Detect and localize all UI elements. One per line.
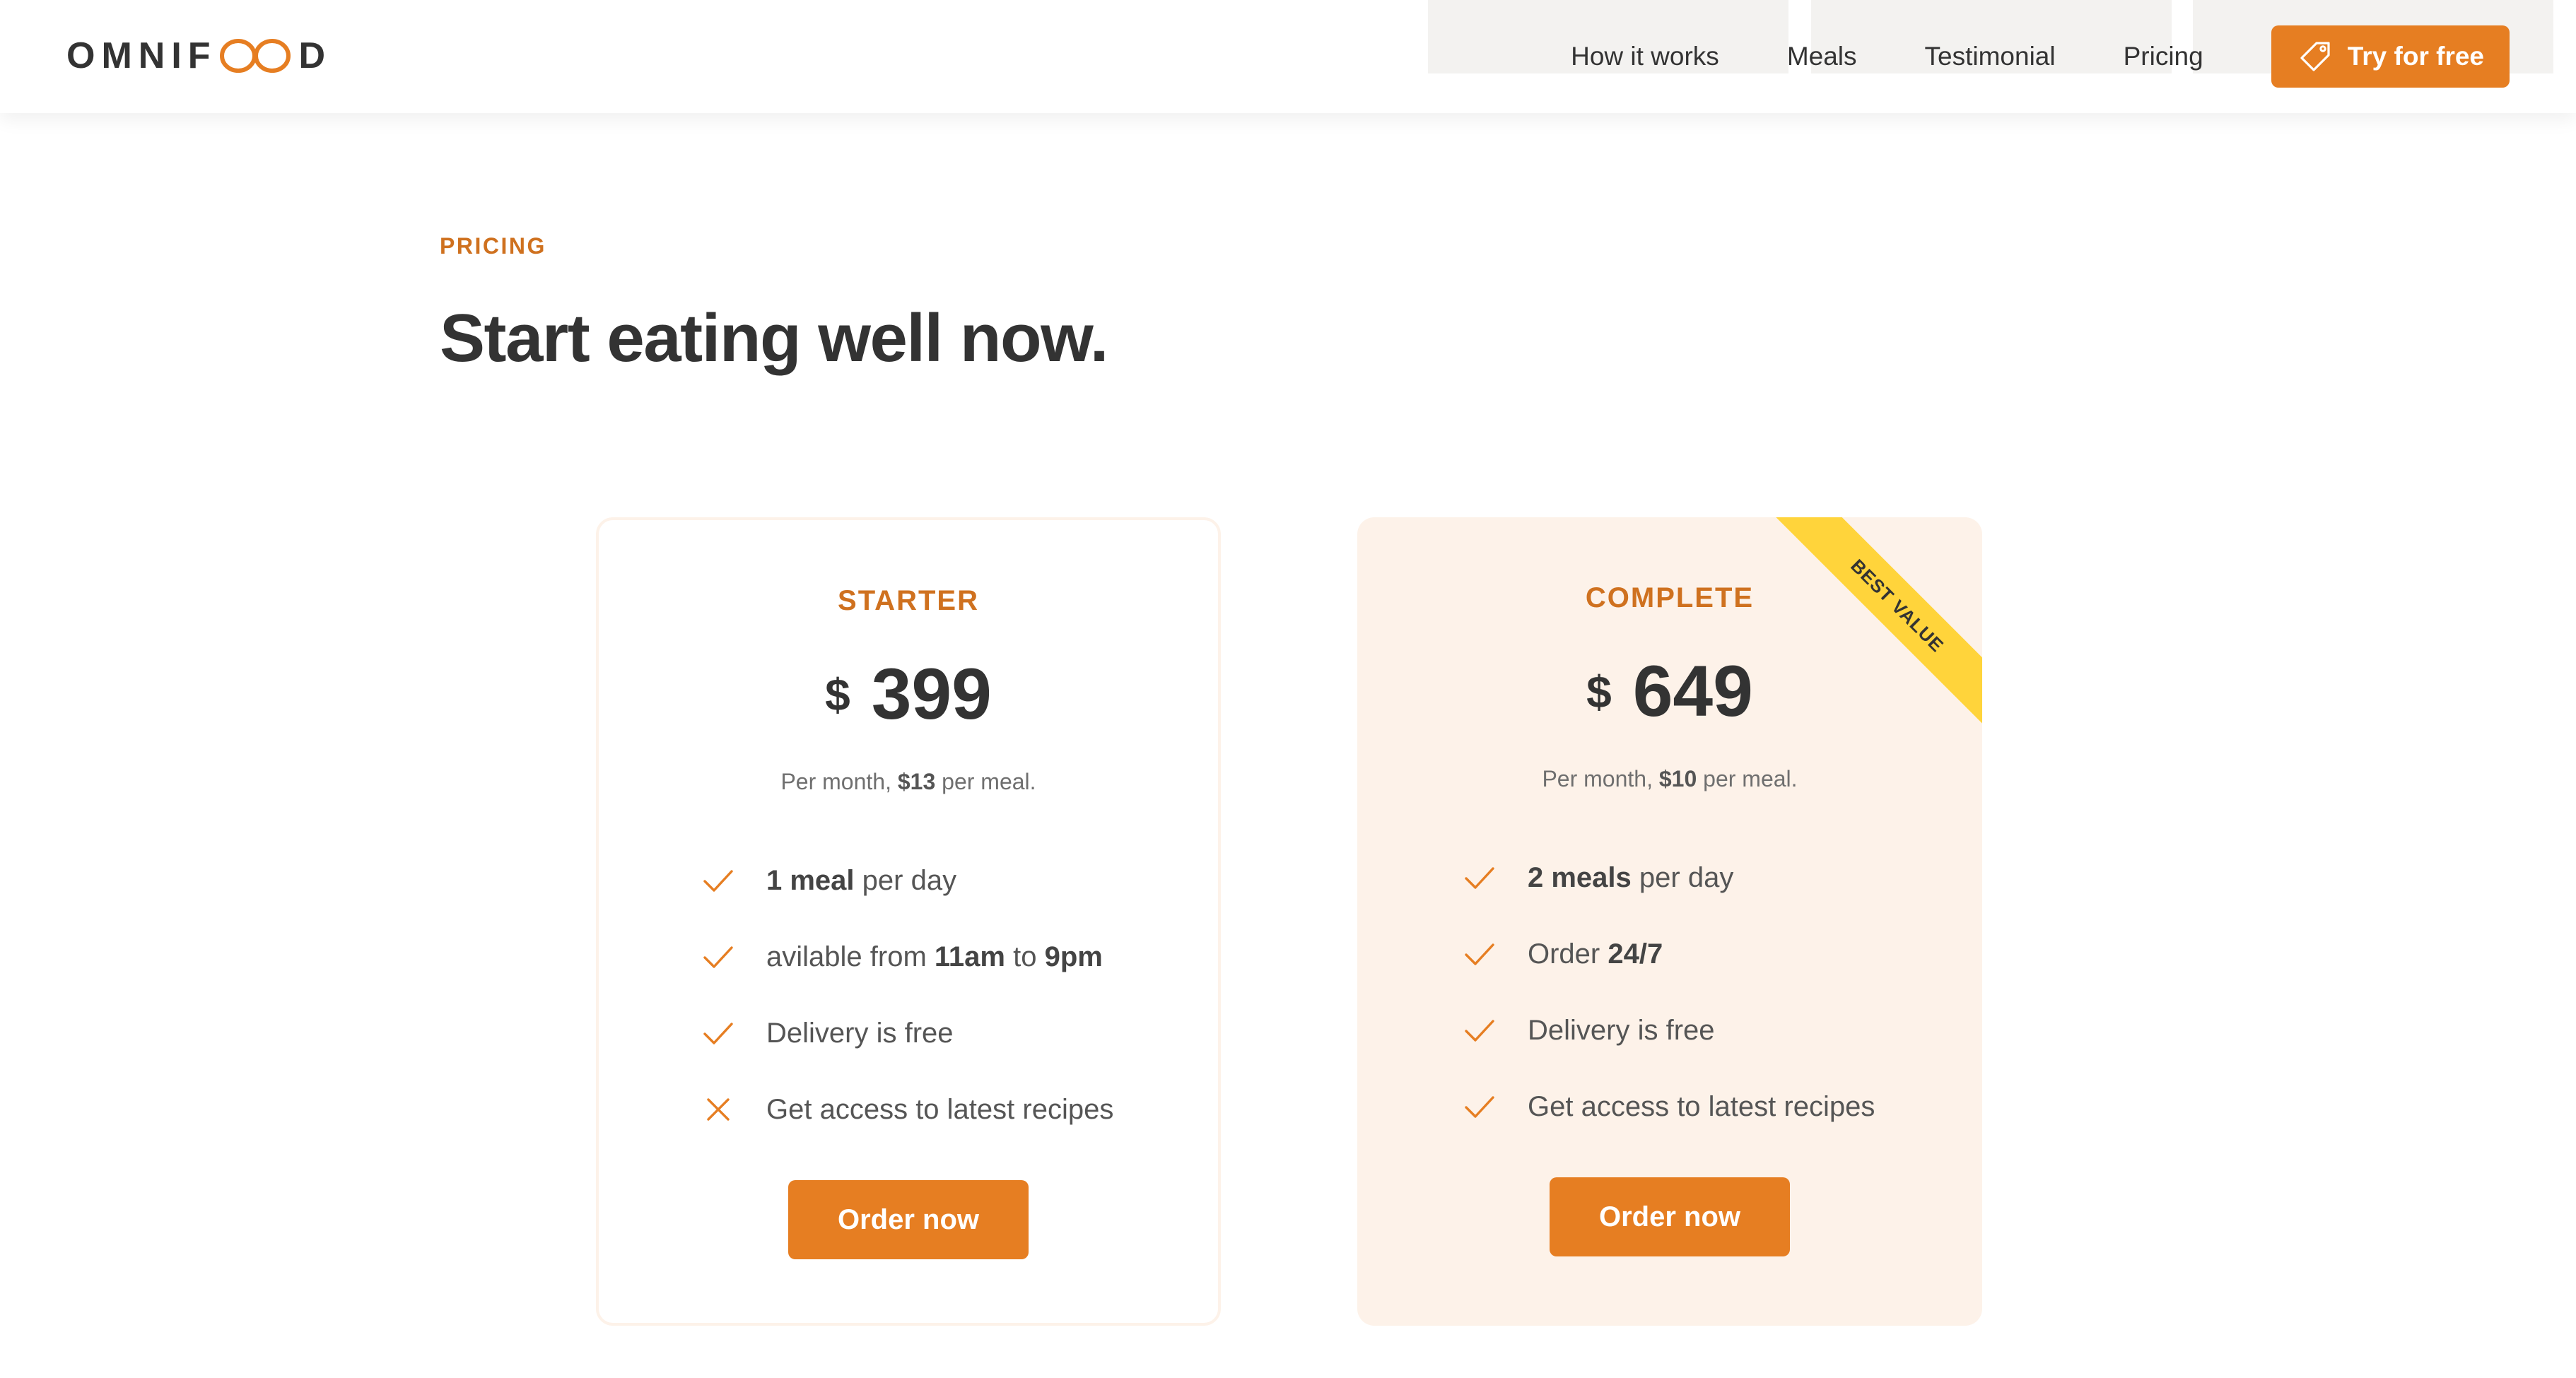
feature-plain: avilable from bbox=[766, 941, 935, 972]
feature-item: Delivery is free bbox=[700, 1009, 1113, 1057]
check-icon bbox=[1465, 1096, 1494, 1118]
feature-list: 1 meal per day avilable from 11am to 9pm… bbox=[700, 856, 1113, 1162]
infinity-logo-icon bbox=[219, 39, 291, 73]
meal-price: $13 bbox=[897, 769, 936, 794]
feature-text: 1 meal per day bbox=[766, 865, 956, 897]
feature-strong: 1 meal bbox=[766, 864, 855, 896]
price-amount: 399 bbox=[871, 654, 992, 734]
nav-link-meals[interactable]: Meals bbox=[1787, 42, 1857, 71]
currency-symbol: $ bbox=[1586, 666, 1612, 717]
feature-item: avilable from 11am to 9pm bbox=[700, 933, 1113, 981]
feature-plain: Order bbox=[1528, 938, 1608, 970]
cta-label: Try for free bbox=[2347, 42, 2484, 71]
feature-text: Delivery is free bbox=[1528, 1014, 1715, 1046]
check-icon bbox=[1465, 1020, 1494, 1042]
price-amount: 649 bbox=[1632, 651, 1753, 731]
feature-text: Delivery is free bbox=[766, 1017, 954, 1049]
nav-link-how-it-works[interactable]: How it works bbox=[1571, 42, 1719, 71]
check-icon bbox=[703, 946, 733, 968]
pricing-card-starter: STARTER $399 Per month, $13 per meal. 1 … bbox=[596, 517, 1221, 1326]
feature-strong: 2 meals bbox=[1528, 861, 1632, 893]
plan-name: STARTER bbox=[838, 585, 979, 616]
tag-icon bbox=[2300, 42, 2330, 71]
feature-item: 2 meals per day bbox=[1461, 854, 1875, 902]
logo[interactable]: OMNIF D bbox=[66, 31, 332, 81]
check-icon bbox=[1465, 867, 1494, 889]
meal-price: $10 bbox=[1658, 766, 1697, 791]
nav-link-pricing[interactable]: Pricing bbox=[2124, 42, 2203, 71]
feature-text: avilable from 11am to 9pm bbox=[766, 941, 1103, 973]
logo-text: D bbox=[298, 35, 332, 76]
feature-item: Delivery is free bbox=[1461, 1006, 1875, 1054]
try-for-free-button[interactable]: Try for free bbox=[2271, 25, 2510, 88]
check-icon bbox=[1465, 943, 1494, 965]
pricing-card-complete: BEST VALUE COMPLETE $649 Per month, $10 … bbox=[1357, 517, 1982, 1326]
plan-price: $399 bbox=[599, 653, 1218, 736]
price-note-prefix: Per month, bbox=[1542, 766, 1659, 791]
section-subheading: PRICING bbox=[440, 233, 546, 259]
feature-list: 2 meals per day Order 24/7 Delivery is f… bbox=[1461, 854, 1875, 1159]
feature-strong: 11am bbox=[934, 941, 1005, 972]
feature-text: Get access to latest recipes bbox=[766, 1093, 1114, 1125]
feature-text: 2 meals per day bbox=[1528, 862, 1733, 894]
feature-item: 1 meal per day bbox=[700, 856, 1113, 905]
price-note-prefix: Per month, bbox=[780, 769, 898, 794]
check-icon bbox=[703, 1023, 733, 1044]
order-now-button[interactable]: Order now bbox=[788, 1180, 1029, 1259]
price-note: Per month, $13 per meal. bbox=[599, 769, 1218, 795]
feature-text: Get access to latest recipes bbox=[1528, 1090, 1875, 1122]
feature-item: Get access to latest recipes bbox=[700, 1085, 1113, 1133]
section-heading: Start eating well now. bbox=[440, 300, 1108, 376]
price-note: Per month, $10 per meal. bbox=[1357, 766, 1982, 792]
main-nav: How it works Meals Testimonial Pricing T… bbox=[1571, 25, 2510, 88]
plan-name: COMPLETE bbox=[1585, 582, 1755, 613]
close-icon bbox=[707, 1098, 730, 1121]
order-now-button[interactable]: Order now bbox=[1550, 1177, 1790, 1256]
price-note-suffix: per meal. bbox=[935, 769, 1036, 794]
plan-price: $649 bbox=[1357, 650, 1982, 733]
feature-strong: 9pm bbox=[1044, 941, 1103, 972]
feature-plain: per day bbox=[854, 864, 957, 896]
feature-text: Order 24/7 bbox=[1528, 938, 1663, 970]
feature-plain: to bbox=[1005, 941, 1045, 972]
feature-item: Order 24/7 bbox=[1461, 930, 1875, 978]
nav-link-testimonial[interactable]: Testimonial bbox=[1925, 42, 2056, 71]
feature-plain: per day bbox=[1631, 861, 1734, 893]
site-header: OMNIF D How it works Meals Testimonial P… bbox=[0, 0, 2576, 113]
check-icon bbox=[703, 870, 733, 892]
feature-item: Get access to latest recipes bbox=[1461, 1083, 1875, 1131]
price-note-suffix: per meal. bbox=[1697, 766, 1798, 791]
currency-symbol: $ bbox=[825, 669, 850, 720]
logo-text: OMNIF bbox=[66, 35, 217, 76]
feature-strong: 24/7 bbox=[1608, 938, 1663, 970]
